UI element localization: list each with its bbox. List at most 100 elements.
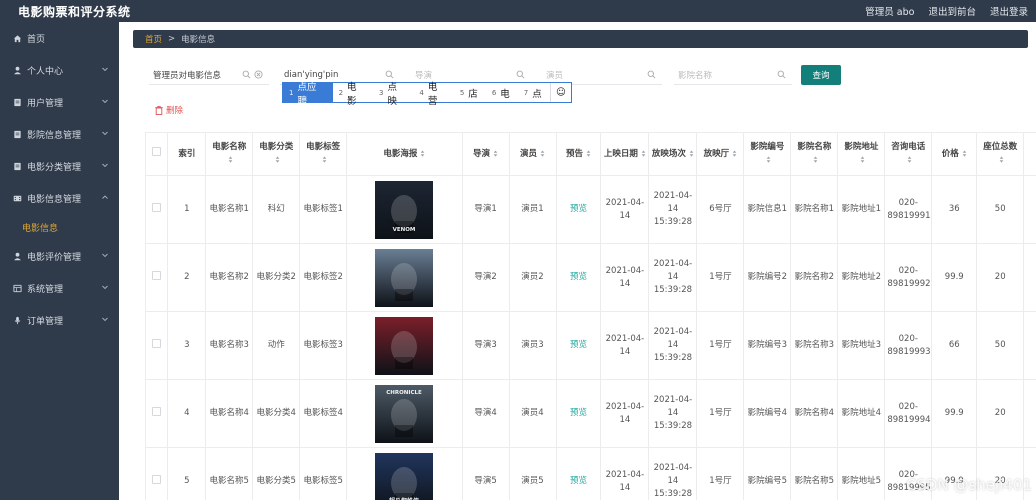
column-header[interactable]: 影院编号 bbox=[743, 132, 792, 176]
movie-poster-image[interactable] bbox=[375, 248, 434, 307]
select-all-checkbox[interactable] bbox=[152, 147, 162, 156]
cell-index: 5 bbox=[167, 447, 207, 500]
cell-trailer[interactable]: 预览 bbox=[555, 379, 602, 448]
table-row[interactable]: 3 电影名称3 动作 电影标签3 导演3 演员3 预览 2021-04-14 2021-04-1… bbox=[145, 311, 1036, 380]
sidebar-item-1[interactable]: 个人中心 bbox=[0, 54, 119, 86]
sort-icon[interactable] bbox=[228, 156, 233, 163]
sidebar-item-8[interactable]: 订单管理 bbox=[0, 304, 119, 336]
row-checkbox[interactable] bbox=[152, 202, 162, 212]
cell-trailer[interactable]: 预览 bbox=[555, 311, 602, 380]
row-checkbox[interactable] bbox=[152, 474, 162, 484]
row-checkbox[interactable] bbox=[152, 338, 162, 348]
table-row[interactable]: 2 电影名称2 电影分类2 电影标签2 导演2 演员2 预览 2021-04-14 2021-0… bbox=[145, 243, 1036, 312]
column-header[interactable]: 电影标签 bbox=[299, 132, 348, 176]
sidebar-item-7[interactable]: 系统管理 bbox=[0, 272, 119, 304]
sidebar-item-5[interactable]: 电影信息管理 bbox=[0, 182, 119, 214]
ime-candidate[interactable]: 3 点映 bbox=[373, 82, 413, 107]
sidebar-subitem-movie-info[interactable]: 电影信息 bbox=[0, 214, 119, 240]
sort-icon[interactable] bbox=[275, 156, 280, 163]
ime-candidate[interactable]: 6电 bbox=[486, 83, 518, 102]
sort-icon[interactable] bbox=[641, 149, 646, 157]
movie-poster-image[interactable]: VENOM bbox=[375, 180, 434, 239]
cell-trailer[interactable]: 预览 bbox=[555, 243, 602, 312]
column-header[interactable]: 导演 bbox=[461, 132, 510, 176]
sort-icon[interactable] bbox=[493, 149, 498, 157]
column-header[interactable]: 电影海报 bbox=[346, 132, 463, 176]
sort-icon[interactable] bbox=[420, 149, 425, 157]
row-checkbox[interactable] bbox=[152, 406, 162, 416]
delete-button[interactable]: 删除 bbox=[155, 104, 183, 116]
column-header[interactable]: 影院地址 bbox=[837, 132, 886, 176]
logout-link[interactable]: 退出登录 bbox=[990, 4, 1028, 18]
sidebar-item-3[interactable]: 影院信息管理 bbox=[0, 118, 119, 150]
cell-cinema_name: 影院名称4 bbox=[790, 379, 839, 448]
cell-overflow bbox=[1023, 311, 1036, 380]
sort-icon[interactable] bbox=[860, 156, 865, 163]
column-header[interactable]: 电影分类 bbox=[252, 132, 301, 176]
movie-poster-image[interactable]: 超凡蜘蛛侠 bbox=[375, 452, 434, 500]
table-row[interactable]: 5电影名称5电影分类5电影标签5 超凡蜘蛛侠 导演5演员5预览2021-04-142… bbox=[145, 447, 1036, 500]
cell-tag: 电影标签2 bbox=[299, 243, 348, 312]
sort-icon[interactable] bbox=[586, 149, 591, 157]
ime-candidate-number: 5 bbox=[459, 88, 465, 97]
column-header[interactable]: 座位总数 bbox=[976, 132, 1025, 176]
column-header[interactable]: 影院名称 bbox=[790, 132, 839, 176]
column-header[interactable]: 索引 bbox=[167, 132, 207, 176]
column-header[interactable]: 价格 bbox=[931, 132, 978, 176]
ime-candidate[interactable]: 4 电营 bbox=[413, 82, 453, 107]
sidebar-item-4[interactable]: 电影分类管理 bbox=[0, 150, 119, 182]
cell-trailer[interactable]: 预览 bbox=[555, 175, 602, 244]
clear-icon[interactable] bbox=[254, 70, 263, 79]
sidebar-item-2[interactable]: 用户管理 bbox=[0, 86, 119, 118]
sidebar-item-label: 个人中心 bbox=[27, 66, 64, 77]
ime-candidate[interactable]: 2 电影 bbox=[333, 82, 373, 107]
column-header[interactable]: 上映日期 bbox=[600, 132, 650, 176]
sidebar-item-6[interactable]: 电影评价管理 bbox=[0, 240, 119, 272]
cell-hall: 1号厅 bbox=[696, 311, 745, 380]
cell-hall: 1号厅 bbox=[696, 447, 745, 500]
query-button[interactable]: 查询 bbox=[801, 65, 841, 85]
column-header[interactable]: 预告 bbox=[555, 132, 602, 176]
ime-candidate-number: 6 bbox=[491, 88, 497, 97]
sort-icon[interactable] bbox=[813, 156, 818, 163]
back-to-front-link[interactable]: 退出到前台 bbox=[928, 4, 976, 18]
column-header[interactable]: 放映场次 bbox=[648, 132, 698, 176]
cell-director: 导演1 bbox=[461, 175, 510, 244]
column-header[interactable]: 电影名称 bbox=[205, 132, 254, 176]
ime-candidate[interactable]: 5店 bbox=[454, 83, 486, 102]
column-header[interactable]: 咨询电话 bbox=[884, 132, 933, 176]
search-icon bbox=[647, 70, 656, 79]
movie-poster-image[interactable]: CHRONICLE bbox=[375, 384, 434, 443]
sort-icon[interactable] bbox=[766, 156, 771, 163]
sort-icon[interactable] bbox=[540, 149, 545, 157]
row-checkbox[interactable] bbox=[152, 270, 162, 280]
cell-cinema_no: 影院编号2 bbox=[743, 243, 792, 312]
movie-name-input[interactable]: 管理员对电影信息 bbox=[149, 65, 269, 85]
emoji-icon[interactable]: ☺ bbox=[549, 83, 571, 102]
ime-candidate-bar: 1 点应聘 2 电影 3 点映 4 电营 5 店 6 电 7 点 ☺ bbox=[282, 82, 572, 107]
ime-candidate[interactable]: 1 点应聘 bbox=[283, 82, 333, 107]
table-row[interactable]: 4 电影名称4 电影分类4 电影标签4 CHRONICLE 导演4 演员4 预览 2021-04… bbox=[145, 379, 1036, 448]
cell-director: 导演3 bbox=[461, 311, 510, 380]
cell-category: 动作 bbox=[252, 311, 301, 380]
sort-icon[interactable] bbox=[732, 149, 737, 157]
sort-icon[interactable] bbox=[962, 149, 967, 157]
column-header[interactable]: 放映厅 bbox=[696, 132, 745, 176]
cell-trailer[interactable]: 预览 bbox=[555, 447, 602, 500]
cell-address: 影院地址5 bbox=[837, 447, 886, 500]
table-row[interactable]: 1 电影名称1 科幻 电影标签1 VENOM 导演1 演员1 预览 2021-04-14 2021… bbox=[145, 175, 1036, 244]
ime-candidate[interactable]: 7点 bbox=[518, 83, 550, 102]
sort-icon[interactable] bbox=[689, 149, 694, 157]
poster-cell bbox=[346, 243, 463, 312]
ime-candidate-number: 1 bbox=[289, 88, 294, 97]
sort-icon[interactable] bbox=[907, 156, 912, 163]
column-header-label: 上映日期 bbox=[603, 148, 638, 159]
breadcrumb-home[interactable]: 首页 bbox=[145, 33, 162, 45]
cinema-name-input[interactable]: 影院名称 bbox=[674, 65, 792, 85]
sidebar-item-0[interactable]: 首页 bbox=[0, 22, 119, 54]
column-header[interactable]: 演员 bbox=[508, 132, 557, 176]
ime-candidate-number: 7 bbox=[523, 88, 529, 97]
sort-icon[interactable] bbox=[322, 156, 327, 163]
sort-icon[interactable] bbox=[999, 156, 1004, 163]
movie-poster-image[interactable] bbox=[375, 316, 434, 375]
